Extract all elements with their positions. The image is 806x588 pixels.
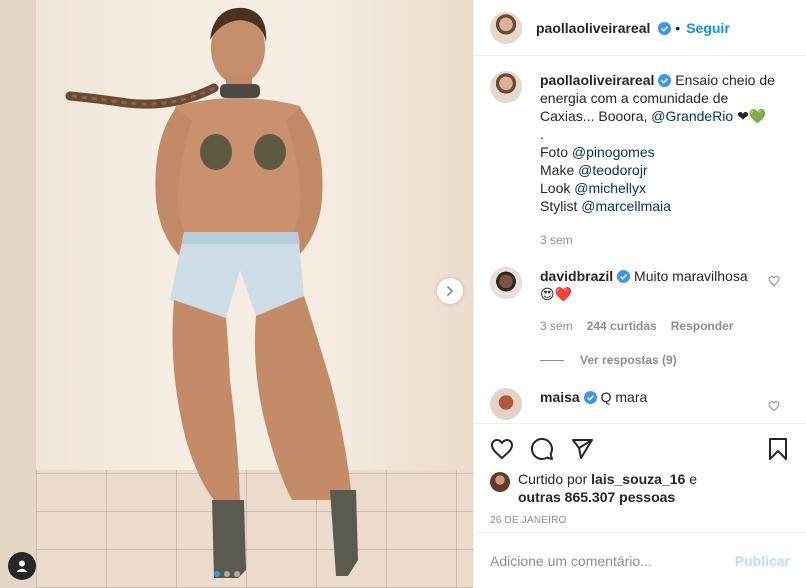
author-avatar[interactable] — [490, 11, 522, 44]
comment-text: Muito maravilhosa — [634, 268, 748, 284]
verified-icon — [583, 391, 597, 404]
author-username-text[interactable]: paollaoliveirareal — [536, 20, 650, 36]
comment-item: davidbrazil Muito maravilhosa 😍❤️ 3 sem … — [490, 267, 790, 335]
action-icons — [490, 424, 790, 474]
comment-input[interactable] — [490, 552, 735, 569]
post-sidebar: paollaoliveirareal • Seguir paollaolivei… — [473, 0, 806, 588]
chevron-right-icon — [447, 286, 454, 296]
caption-credit-label: Look — [540, 180, 571, 196]
mention-link[interactable]: @michellyx — [574, 180, 646, 196]
next-photo-button[interactable] — [437, 278, 463, 304]
comment-text: Q mara — [600, 389, 648, 405]
verified-icon — [617, 270, 631, 283]
author-avatar[interactable] — [490, 71, 522, 103]
view-replies-button[interactable]: Ver respostas (9) — [540, 353, 790, 367]
replies-line — [540, 359, 564, 361]
photo-person — [65, 7, 358, 578]
carousel-dot — [234, 571, 240, 577]
likes-prefix: Curtido por — [518, 471, 588, 487]
caption-time[interactable]: 3 sem — [540, 231, 573, 249]
caption: paollaoliveirareal Ensaio cheio de energ… — [490, 71, 790, 249]
follow-button[interactable]: Seguir — [686, 20, 730, 36]
comment-time[interactable]: 3 sem — [540, 317, 573, 335]
post-header: paollaoliveirareal • Seguir — [474, 0, 806, 56]
view-replies-label[interactable]: Ver respostas (9) — [580, 353, 677, 367]
liker-avatar[interactable] — [490, 472, 510, 492]
author-username[interactable]: paollaoliveirareal — [536, 20, 672, 36]
user-tag-button[interactable] — [8, 552, 36, 580]
caption-username[interactable]: paollaoliveirareal — [540, 72, 654, 88]
verified-icon — [658, 74, 672, 87]
heart-icon[interactable] — [490, 437, 514, 461]
comments-list[interactable]: paollaoliveirareal Ensaio cheio de energ… — [474, 57, 806, 423]
comment-emoji: 😍❤️ — [540, 286, 573, 302]
comment-likes[interactable]: 244 curtidas — [587, 317, 657, 335]
post-date[interactable]: 26 de janeiro — [490, 515, 790, 526]
comment-item: maisa Q mara — [490, 388, 790, 420]
post-photo[interactable] — [0, 0, 473, 588]
liker-username[interactable]: lais_souza_16 — [591, 471, 685, 487]
bookmark-icon[interactable] — [766, 437, 790, 461]
commenter-avatar[interactable] — [490, 267, 522, 299]
caption-credit-label: Foto — [540, 144, 569, 160]
add-comment-form: Publicar — [474, 532, 806, 588]
caption-credit-label: Make — [540, 162, 575, 178]
post-actions: Curtido por lais_souza_16 e outras 865.3… — [474, 423, 806, 526]
like-comment-heart-icon[interactable] — [768, 275, 780, 287]
mention-link[interactable]: @pinogomes — [572, 144, 655, 160]
likes-count[interactable]: outras 865.307 pessoas — [518, 489, 675, 505]
commenter-avatar[interactable] — [490, 388, 522, 420]
reply-button[interactable]: Responder — [671, 317, 734, 335]
share-icon[interactable] — [570, 437, 594, 461]
commenter-username[interactable]: davidbrazil — [540, 268, 613, 284]
mention-link[interactable]: @teodorojr — [578, 162, 647, 178]
likes-and: e — [689, 471, 698, 487]
carousel-indicator — [214, 571, 240, 577]
carousel-dot — [224, 571, 230, 577]
verified-icon — [658, 21, 672, 35]
caption-emoji: ❤💚 — [737, 108, 767, 124]
publish-button[interactable]: Publicar — [735, 553, 790, 569]
commenter-username[interactable]: maisa — [540, 389, 580, 405]
like-comment-heart-icon[interactable] — [768, 400, 780, 412]
mention-link[interactable]: @marcellmaia — [581, 198, 671, 214]
carousel-dot — [214, 571, 220, 577]
caption-dot: . — [540, 126, 544, 142]
mention-link[interactable]: @GrandeRio — [651, 108, 733, 124]
likes-summary: Curtido por lais_souza_16 e outras 865.3… — [490, 470, 790, 506]
separator-dot: • — [675, 19, 681, 36]
caption-credit-label: Stylist — [540, 198, 578, 214]
user-tag-icon — [16, 560, 28, 572]
comment-icon[interactable] — [530, 437, 554, 461]
